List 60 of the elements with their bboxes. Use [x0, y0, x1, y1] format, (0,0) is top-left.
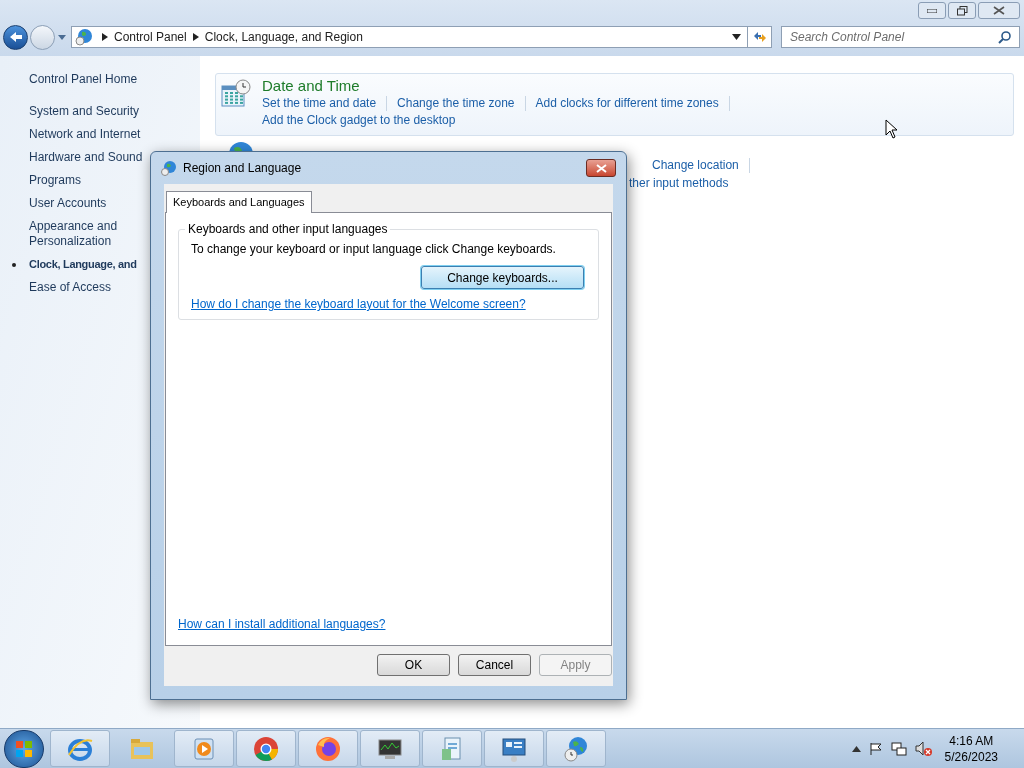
search-input[interactable]: Search Control Panel [790, 28, 998, 46]
chevron-right-icon[interactable] [192, 33, 199, 41]
restore-button[interactable] [948, 2, 976, 19]
group-title: Keyboards and other input languages [185, 222, 391, 236]
restore-icon [956, 5, 968, 16]
breadcrumb-item[interactable]: Control Panel [114, 28, 187, 46]
tab[interactable]: Keyboards and Languages [166, 191, 312, 213]
change-keyboards-button[interactable]: Change keyboards... [421, 266, 584, 289]
sidebar-item[interactable]: Network and Internet [0, 127, 150, 142]
search-icon [998, 30, 1011, 44]
firefox-icon[interactable] [314, 734, 342, 763]
flag-icon[interactable] [868, 741, 883, 756]
close-button[interactable] [586, 159, 616, 177]
show-hidden-icons-arrow[interactable] [851, 745, 861, 752]
category-link[interactable]: Set the time and date [262, 95, 377, 112]
sidebar-item[interactable]: Appearance and Personalization [0, 219, 150, 249]
refresh-arrows-icon [752, 31, 767, 43]
sidebar-item[interactable]: Hardware and Sound [0, 150, 150, 165]
network-icon[interactable] [890, 741, 907, 756]
sidebar-item[interactable]: System and Security [0, 104, 150, 119]
search-field[interactable]: Search Control Panel [781, 26, 1020, 48]
minimize-icon [927, 8, 937, 13]
speaker-muted-icon[interactable] [914, 740, 933, 757]
dropdown-arrow-icon[interactable] [732, 34, 741, 40]
category-title[interactable]: Date and Time [262, 76, 740, 95]
dialog-title: Region and Language [183, 160, 302, 177]
category-link[interactable]: ther input methods [629, 175, 729, 192]
chevron-right-icon[interactable] [102, 33, 108, 41]
start-button[interactable] [4, 729, 44, 768]
close-icon [595, 163, 607, 173]
dialog-button[interactable]: OK [377, 654, 450, 676]
globe-icon [161, 160, 177, 176]
breadcrumb-item[interactable]: Clock, Language, and Region [204, 28, 363, 46]
mouse-pointer-icon [885, 119, 899, 139]
sidebar-home-link[interactable]: Control Panel Home [0, 70, 200, 88]
back-arrow-icon [8, 31, 23, 43]
clock[interactable]: 4:16 AM 5/26/2023 [944, 732, 998, 765]
globe-icon [75, 28, 93, 46]
clock-time: 4:16 AM [949, 732, 994, 749]
address-bar[interactable]: Control Panel Clock, Language, and Region [71, 26, 772, 48]
calendar-clock-icon [220, 78, 252, 110]
category-link[interactable]: Add clocks for different time zones [535, 95, 719, 112]
globe-clock-icon[interactable] [562, 734, 590, 763]
category-link[interactable]: Add the Clock gadget to the desktop [262, 112, 456, 129]
windows-logo-icon [15, 739, 33, 758]
instruction-text: To change your keyboard or input language click Change keyboards. [191, 241, 557, 258]
clock-date: 5/26/2023 [944, 748, 998, 765]
back-button[interactable] [3, 24, 28, 50]
chrome-icon[interactable] [252, 734, 280, 763]
sidebar-item[interactable]: Clock, Language, and [0, 257, 137, 272]
help-link[interactable]: How do I change the keyboard layout for the Welcome screen? [191, 295, 586, 313]
dialog-button[interactable]: Cancel [458, 654, 531, 676]
install-languages-link[interactable]: How can I install additional languages? [178, 615, 599, 633]
category-link[interactable]: Change location [652, 157, 739, 174]
sidebar-item[interactable]: Programs [0, 173, 150, 188]
close-icon [993, 6, 1005, 15]
category-link[interactable]: Change the time zone [397, 95, 515, 112]
sidebar-item[interactable]: User Accounts [0, 196, 150, 211]
close-button[interactable] [978, 2, 1020, 19]
sidebar-item[interactable]: Ease of Access [0, 280, 150, 295]
